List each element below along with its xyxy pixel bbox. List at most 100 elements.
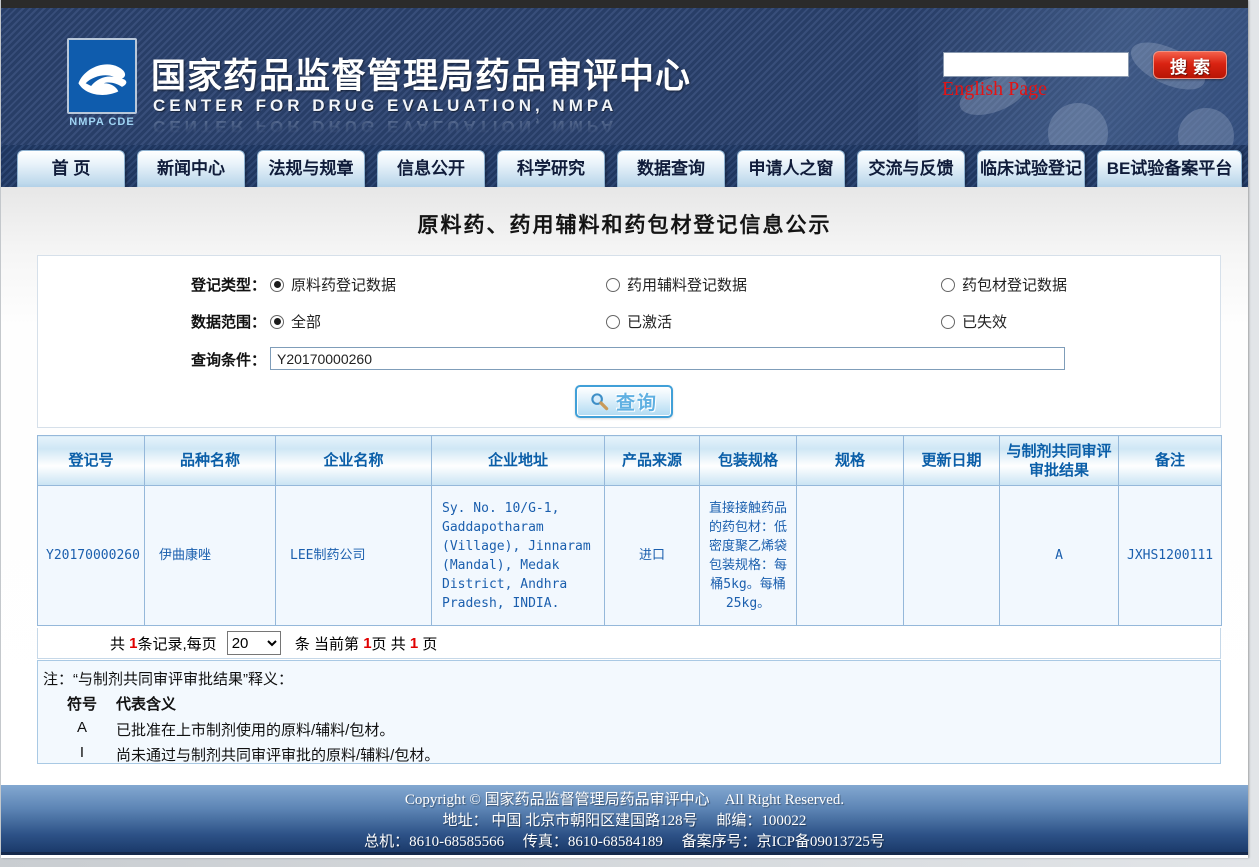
pagination-bar: 共 1条记录,每页 20 条 当前第 1页 共 1 页 <box>37 628 1221 659</box>
query-form-panel: 登记类型： 原料药登记数据 药用辅料登记数据 药包材登记数据 <box>37 255 1221 428</box>
notes-symbol-header: 符号 <box>60 693 104 714</box>
page-title: 原料药、药用辅料和药包材登记信息公示 <box>1 209 1248 239</box>
logo-swoosh-icon <box>73 47 131 105</box>
header-search-button[interactable]: 搜索 <box>1153 51 1227 79</box>
query-condition-label: 查询条件： <box>38 349 266 370</box>
cell-reg-no[interactable]: Y20170000260 <box>38 486 145 626</box>
pager-text: 条 当前第 <box>291 633 364 654</box>
site-container: NMPA CDE 国家药品监督管理局药品审评中心 CENTER FOR DRUG… <box>1 0 1248 858</box>
logo-caption: NMPA CDE <box>59 116 145 128</box>
top-dark-bar <box>1 0 1248 8</box>
query-condition-input[interactable] <box>270 347 1065 370</box>
radio-option-packaging[interactable]: 药包材登记数据 <box>941 274 1067 295</box>
query-condition-row: 查询条件： <box>38 349 1220 373</box>
radio-icon[interactable] <box>606 278 620 292</box>
radio-icon[interactable] <box>941 315 955 329</box>
reg-type-label: 登记类型： <box>38 274 266 295</box>
notes-meaning-header: 代表含义 <box>116 693 176 714</box>
cell-product-name: 伊曲康唑 <box>145 486 276 626</box>
notes-panel: 注：“与制剂共同审评审批结果”释义： 符号 代表含义 A 已批准在上市制剂使用的… <box>37 660 1221 764</box>
total-pages: 1 <box>410 635 418 652</box>
cell-update-date <box>904 486 1000 626</box>
results-table: 登记号 品种名称 企业名称 企业地址 产品来源 包装规格 规格 更新日期 与制剂… <box>37 435 1222 626</box>
table-header-row: 登记号 品种名称 企业名称 企业地址 产品来源 包装规格 规格 更新日期 与制剂… <box>38 436 1222 486</box>
main-navigation: 首 页 新闻中心 法规与规章 信息公开 科学研究 数据查询 申请人之窗 交流与反… <box>1 145 1248 187</box>
col-header-update-date: 更新日期 <box>904 436 1000 486</box>
notes-title: 注：“与制剂共同审评审批结果”释义： <box>43 668 293 689</box>
pager-text: 页 共 <box>372 633 410 654</box>
data-scope-label: 数据范围： <box>38 311 266 332</box>
radio-icon[interactable] <box>941 278 955 292</box>
site-footer: Copyright © 国家药品监督管理局药品审评中心 All Right Re… <box>1 785 1248 855</box>
query-submit-label: 查询 <box>616 388 658 415</box>
col-header-remark: 备注 <box>1119 436 1222 486</box>
radio-option-all[interactable]: 全部 <box>270 311 321 332</box>
col-header-pack-spec: 包装规格 <box>700 436 797 486</box>
radio-option-active[interactable]: 已激活 <box>606 311 672 332</box>
nav-tab-regulations[interactable]: 法规与规章 <box>257 150 365 187</box>
pager-text: 条记录,每页 <box>138 633 217 654</box>
pager-text: 页 <box>418 633 437 654</box>
nav-tab-home[interactable]: 首 页 <box>17 150 125 187</box>
cell-joint-review: A <box>1000 486 1119 626</box>
radio-label: 药用辅料登记数据 <box>627 274 747 295</box>
radio-label: 已失效 <box>962 311 1007 332</box>
col-header-source: 产品来源 <box>605 436 700 486</box>
cell-spec <box>797 486 904 626</box>
cell-address: Sy. No. 10/G-1, Gaddapotharam (Village),… <box>432 486 605 626</box>
nav-tab-data-query[interactable]: 数据查询 <box>617 150 725 187</box>
radio-option-expired[interactable]: 已失效 <box>941 311 1007 332</box>
cell-company: LEE制药公司 <box>276 486 432 626</box>
col-header-company: 企业名称 <box>276 436 432 486</box>
nav-tab-clinical-trial[interactable]: 临床试验登记 <box>977 150 1085 187</box>
nav-tab-applicant[interactable]: 申请人之窗 <box>737 150 845 187</box>
nav-tab-feedback[interactable]: 交流与反馈 <box>857 150 965 187</box>
nav-tab-news[interactable]: 新闻中心 <box>137 150 245 187</box>
radio-option-excipient[interactable]: 药用辅料登记数据 <box>606 274 747 295</box>
record-count: 1 <box>129 635 137 652</box>
site-title-english: CENTER FOR DRUG EVALUATION, NMPA <box>153 96 617 116</box>
note-symbol-a: A <box>60 719 104 736</box>
english-page-link[interactable]: English Page <box>942 78 1047 101</box>
cell-remark: JXHS1200111 <box>1119 486 1222 626</box>
site-title-chinese: 国家药品监督管理局药品审评中心 <box>151 48 691 99</box>
footer-address: 地址： 中国 北京市朝阳区建国路128号 邮编：100022 <box>1 811 1248 832</box>
pager-text: 共 <box>110 633 129 654</box>
nmpa-cde-logo[interactable] <box>67 38 137 114</box>
radio-label: 已激活 <box>627 311 672 332</box>
current-page: 1 <box>363 635 371 652</box>
col-header-joint-review: 与制剂共同审评审批结果 <box>1000 436 1119 486</box>
footer-copyright: Copyright © 国家药品监督管理局药品审评中心 All Right Re… <box>1 790 1248 811</box>
nav-tab-be-platform[interactable]: BE试验备案平台 <box>1097 150 1242 187</box>
query-submit-button[interactable]: 查询 <box>575 385 673 418</box>
radio-icon[interactable] <box>270 315 284 329</box>
table-row: Y20170000260 伊曲康唑 LEE制药公司 Sy. No. 10/G-1… <box>38 486 1222 626</box>
note-meaning-a: 已批准在上市制剂使用的原料/辅料/包材。 <box>116 719 394 740</box>
col-header-product-name: 品种名称 <box>145 436 276 486</box>
site-header: NMPA CDE 国家药品监督管理局药品审评中心 CENTER FOR DRUG… <box>1 8 1248 145</box>
radio-label: 原料药登记数据 <box>291 274 396 295</box>
radio-label: 全部 <box>291 311 321 332</box>
note-meaning-i: 尚未通过与制剂共同审评审批的原料/辅料/包材。 <box>116 744 439 765</box>
radio-label: 药包材登记数据 <box>962 274 1067 295</box>
note-symbol-i: I <box>60 744 104 761</box>
reg-type-row: 登记类型： 原料药登记数据 药用辅料登记数据 药包材登记数据 <box>38 274 1220 298</box>
col-header-reg-no: 登记号 <box>38 436 145 486</box>
magnifier-icon <box>590 392 609 411</box>
cell-source: 进口 <box>605 486 700 626</box>
col-header-spec: 规格 <box>797 436 904 486</box>
col-header-address: 企业地址 <box>432 436 605 486</box>
nav-tab-science[interactable]: 科学研究 <box>497 150 605 187</box>
radio-icon[interactable] <box>606 315 620 329</box>
radio-option-raw-material[interactable]: 原料药登记数据 <box>270 274 396 295</box>
header-search-input[interactable] <box>943 52 1129 77</box>
radio-icon[interactable] <box>270 278 284 292</box>
page-background: NMPA CDE 国家药品监督管理局药品审评中心 CENTER FOR DRUG… <box>0 0 1259 867</box>
site-title-reflection: CENTER FOR DRUG EVALUATION, NMPA <box>153 116 617 136</box>
data-scope-row: 数据范围： 全部 已激活 已失效 <box>38 311 1220 335</box>
cell-pack-spec: 直接接触药品的药包材：低密度聚乙烯袋包装规格：每桶5kg。每桶25kg。 <box>700 486 797 626</box>
page-size-select[interactable]: 20 <box>227 631 281 655</box>
nav-tab-info-disclosure[interactable]: 信息公开 <box>377 150 485 187</box>
footer-contact: 总机：8610-68585566 传真：8610-68584189 备案序号：京… <box>1 832 1248 853</box>
main-content: 原料药、药用辅料和药包材登记信息公示 登记类型： 原料药登记数据 药用辅料登记数… <box>1 187 1248 785</box>
